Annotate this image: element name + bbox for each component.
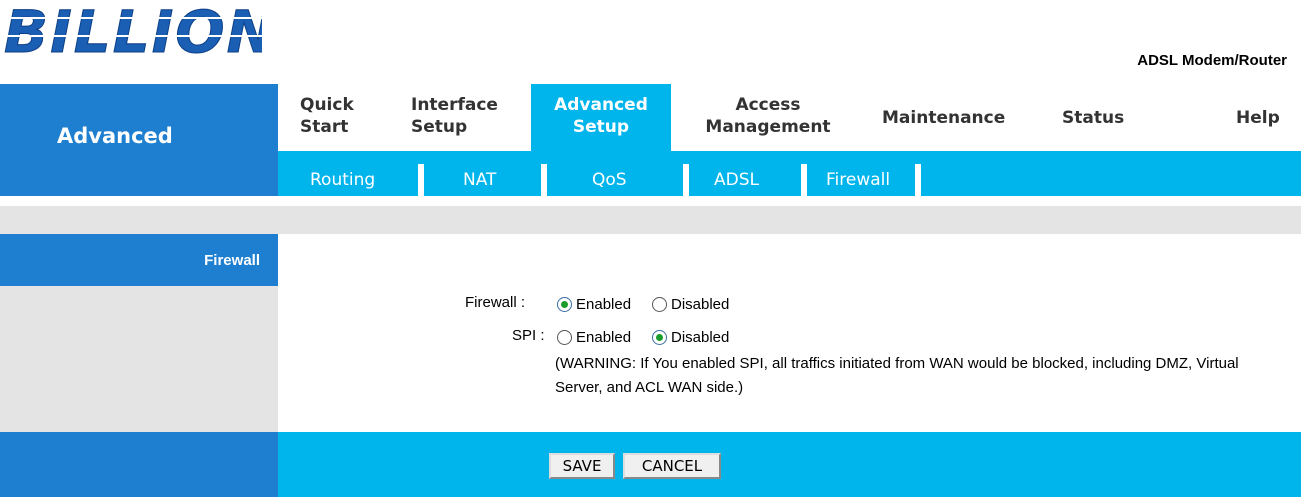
spi-enabled-radio[interactable] (557, 330, 572, 345)
sidebar-item-firewall: Firewall (0, 234, 278, 286)
firewall-enabled-label: Enabled (576, 296, 632, 313)
spi-label: SPI : (512, 327, 545, 344)
footer-bar (278, 432, 1301, 497)
logo-text: BILLION (4, 0, 262, 66)
subtab-routing[interactable]: Routing (310, 151, 375, 196)
section-title: Advanced (0, 84, 278, 196)
spi-disabled-label: Disabled (671, 329, 730, 346)
section-title-text: Advanced (57, 124, 173, 148)
subtab-adsl[interactable]: ADSL (714, 151, 759, 196)
spi-disabled-radio[interactable] (652, 330, 667, 345)
firewall-disabled-radio[interactable] (652, 297, 667, 312)
spi-warning-text: (WARNING: If You enabled SPI, all traffi… (555, 355, 1239, 396)
cancel-button[interactable]: CANCEL (623, 453, 721, 479)
product-label: ADSL Modem/Router (1137, 52, 1287, 69)
firewall-disabled-label: Disabled (671, 296, 730, 313)
subtab-nat[interactable]: NAT (463, 151, 496, 196)
footer-left (0, 432, 278, 497)
subtab-qos[interactable]: QoS (592, 151, 627, 196)
firewall-label: Firewall : (465, 294, 526, 311)
subtab-divider (683, 164, 689, 196)
spacer-band (0, 206, 1301, 234)
firewall-enabled-radio[interactable] (557, 297, 572, 312)
tab-access-management[interactable]: Access Management (698, 84, 838, 161)
subtab-divider (541, 164, 547, 196)
subtab-firewall[interactable]: Firewall (826, 151, 890, 196)
subtab-divider (418, 164, 424, 196)
subtab-divider (801, 164, 807, 196)
spi-enabled-label: Enabled (576, 329, 632, 346)
save-button[interactable]: SAVE (549, 453, 615, 479)
tab-quick-start[interactable]: Quick Start (300, 84, 354, 161)
subtab-divider (915, 164, 921, 196)
tab-advanced-setup[interactable]: Advanced Setup (531, 84, 671, 151)
tab-interface-setup[interactable]: Interface Setup (411, 84, 498, 161)
sub-nav-bar (278, 151, 1301, 196)
billion-logo: BILLION (0, 0, 262, 67)
